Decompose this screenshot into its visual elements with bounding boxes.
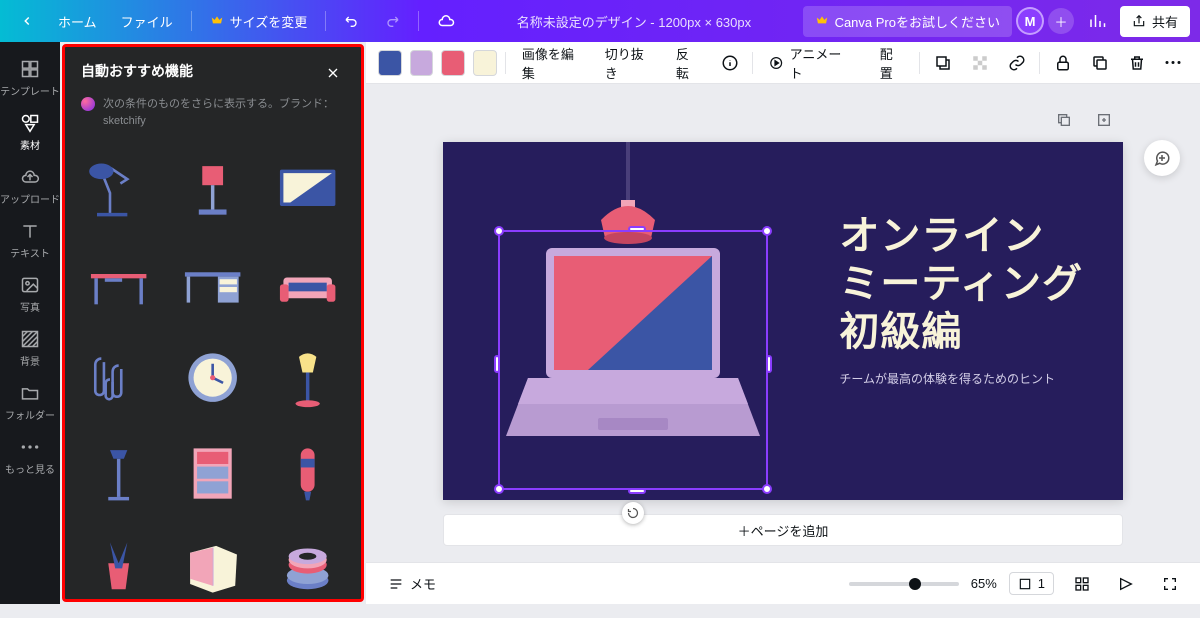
- flip-button[interactable]: 反転: [668, 38, 708, 88]
- info-button[interactable]: [715, 47, 744, 79]
- element-floor-lamp-2[interactable]: [75, 429, 162, 516]
- back-button[interactable]: [10, 6, 44, 36]
- rail-upload[interactable]: アップロード: [0, 160, 60, 212]
- position-button[interactable]: 配置: [872, 38, 912, 88]
- rail-templates[interactable]: テンプレート: [0, 52, 60, 104]
- delete-button[interactable]: [1122, 47, 1151, 79]
- page-add-button[interactable]: [1088, 104, 1120, 136]
- element-tape-rolls[interactable]: [264, 524, 351, 611]
- analytics-button[interactable]: [1078, 6, 1116, 36]
- page-duplicate-button[interactable]: [1048, 104, 1080, 136]
- element-floor-lamp-1[interactable]: [264, 334, 351, 421]
- elements-panel: 自動おすすめ機能 次の条件のものをさらに表示する。ブランド：sketchify: [62, 44, 364, 602]
- design-canvas[interactable]: オンラインミーティング初級編 チームが最高の体験を得るためのヒント: [443, 142, 1123, 500]
- canvas-text-block: オンラインミーティング初級編 チームが最高の体験を得るためのヒント: [839, 212, 1083, 387]
- file-menu[interactable]: ファイル: [111, 6, 183, 36]
- try-pro-button[interactable]: Canva Proをお試しください: [803, 6, 1012, 37]
- element-table-lamp[interactable]: [170, 145, 257, 232]
- rail-elements[interactable]: 素材: [0, 106, 60, 158]
- add-member-button[interactable]: ＋: [1048, 8, 1074, 34]
- color-swatch-2[interactable]: [410, 50, 434, 76]
- crop-button[interactable]: 切り抜き: [597, 38, 660, 88]
- crown-icon: [210, 14, 224, 28]
- element-monitor[interactable]: [264, 145, 351, 232]
- page-count[interactable]: 1: [1009, 572, 1054, 595]
- rail-folders[interactable]: フォルダー: [0, 376, 60, 428]
- color-swatch-4[interactable]: [473, 50, 497, 76]
- crown-icon: [815, 14, 829, 28]
- more-options-button[interactable]: [1159, 47, 1188, 79]
- element-paperclips[interactable]: [75, 334, 162, 421]
- element-drawers[interactable]: [170, 429, 257, 516]
- lock-button[interactable]: [1048, 47, 1077, 79]
- rail-photos[interactable]: 写真: [0, 268, 60, 320]
- notes-button[interactable]: メモ: [380, 568, 444, 599]
- home-button[interactable]: ホーム: [48, 6, 107, 36]
- add-page-button[interactable]: ＋ページを追加: [443, 514, 1123, 546]
- panel-title: 自動おすすめ機能: [81, 61, 193, 81]
- top-toolbar: ホーム ファイル サイズを変更 名称未設定のデザイン - 1200px × 63…: [0, 0, 1200, 42]
- element-desk-lamp[interactable]: [75, 145, 162, 232]
- resize-button[interactable]: サイズを変更: [200, 6, 318, 36]
- document-name[interactable]: 名称未設定のデザイン - 1200px × 630px: [469, 12, 798, 31]
- share-button[interactable]: 共有: [1120, 6, 1190, 37]
- color-swatch-1[interactable]: [378, 50, 402, 76]
- context-toolbar: 画像を編集 切り抜き 反転 アニメート 配置: [366, 42, 1200, 84]
- layers-button[interactable]: [928, 47, 957, 79]
- fullscreen-button[interactable]: [1154, 568, 1186, 600]
- element-desk-1[interactable]: [75, 240, 162, 327]
- selected-element[interactable]: [498, 230, 768, 490]
- cloud-status[interactable]: [427, 6, 465, 36]
- duplicate-button[interactable]: [1085, 47, 1114, 79]
- canvas-title: オンラインミーティング初級編: [839, 212, 1083, 356]
- panel-close-button[interactable]: [321, 61, 345, 90]
- bottom-bar: メモ 65% 1: [366, 562, 1200, 604]
- element-clock[interactable]: [170, 334, 257, 421]
- side-rail: テンプレート 素材 アップロード テキスト 写真 背景 フォルダー もっと見る: [0, 42, 60, 604]
- comment-button[interactable]: [1144, 140, 1180, 176]
- element-plant[interactable]: [75, 524, 162, 611]
- panel-subtitle: 次の条件のものをさらに表示する。ブランド：sketchify: [65, 96, 361, 137]
- user-avatar[interactable]: M: [1016, 7, 1044, 35]
- element-desk-2[interactable]: [170, 240, 257, 327]
- rotate-handle[interactable]: [622, 502, 644, 524]
- rail-text[interactable]: テキスト: [0, 214, 60, 266]
- animate-button[interactable]: アニメート: [761, 38, 856, 88]
- rail-more[interactable]: もっと見る: [0, 430, 60, 482]
- rail-background[interactable]: 背景: [0, 322, 60, 374]
- color-swatch-3[interactable]: [441, 50, 465, 76]
- element-sofa[interactable]: [264, 240, 351, 327]
- undo-button[interactable]: [334, 6, 370, 36]
- canvas-area: 画像を編集 切り抜き 反転 アニメート 配置: [366, 42, 1200, 604]
- edit-image-button[interactable]: 画像を編集: [514, 38, 589, 88]
- transparency-button[interactable]: [965, 47, 994, 79]
- canvas-subtitle: チームが最高の体験を得るためのヒント: [839, 370, 1083, 387]
- redo-button[interactable]: [374, 6, 410, 36]
- brand-dot-icon: [81, 97, 95, 111]
- present-button[interactable]: [1110, 568, 1142, 600]
- zoom-slider[interactable]: [849, 582, 959, 586]
- elements-grid: [65, 137, 361, 618]
- element-marker[interactable]: [264, 429, 351, 516]
- link-button[interactable]: [1002, 47, 1031, 79]
- zoom-value[interactable]: 65%: [971, 576, 997, 591]
- element-book[interactable]: [170, 524, 257, 611]
- grid-view-button[interactable]: [1066, 568, 1098, 600]
